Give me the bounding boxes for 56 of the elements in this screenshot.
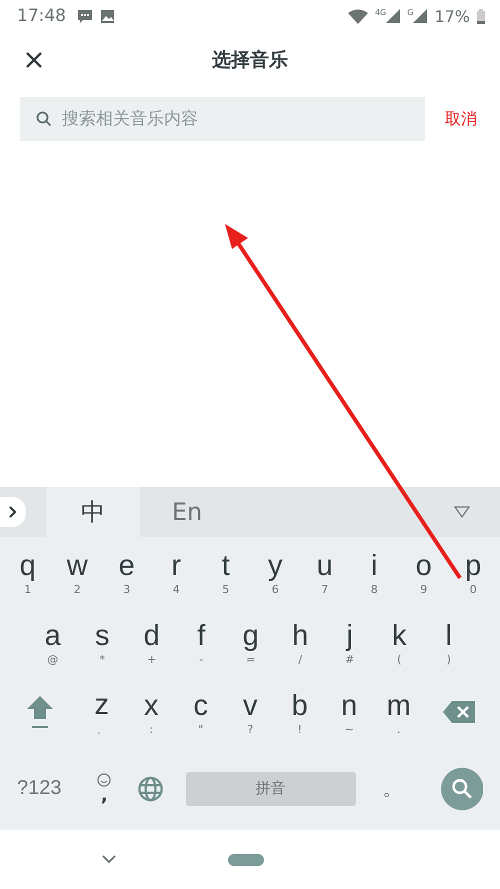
smiley-icon[interactable] (97, 772, 112, 786)
signal-icon (413, 9, 428, 23)
network-label: 4G (374, 9, 386, 17)
key[interactable]: t 5 (201, 548, 250, 596)
key[interactable]: j # (325, 618, 374, 666)
key[interactable]: x : (126, 688, 176, 736)
key[interactable]: c " (176, 688, 226, 736)
clock: 17:48 (17, 6, 66, 26)
search-icon (36, 111, 52, 127)
close-icon[interactable] (25, 51, 43, 69)
signal-icon (386, 9, 400, 23)
key[interactable]: p 0 (448, 548, 498, 596)
key[interactable]: d + (127, 618, 176, 666)
key[interactable]: i 8 (350, 548, 399, 596)
key[interactable]: v ? (226, 688, 275, 736)
globe-icon[interactable] (138, 776, 163, 802)
search-key[interactable] (440, 766, 484, 810)
key[interactable]: , (100, 786, 108, 804)
home-pill[interactable] (228, 854, 264, 866)
key[interactable]: q 1 (3, 548, 52, 596)
input-mode-tab[interactable]: En (140, 487, 234, 537)
key[interactable]: n ~ (324, 688, 374, 736)
battery-level: 17% (434, 6, 470, 26)
key[interactable]: a @ (28, 618, 78, 666)
chevron-down-icon[interactable] (102, 855, 116, 864)
wifi-icon (348, 8, 368, 24)
key[interactable]: e 3 (102, 548, 152, 596)
page-title: 选择音乐 (212, 48, 288, 73)
triangle-down-icon[interactable] (454, 506, 470, 518)
key[interactable]: y 6 (250, 548, 300, 596)
key[interactable]: h / (276, 618, 325, 666)
expand-button[interactable] (0, 497, 26, 527)
key[interactable]: o 9 (399, 548, 448, 596)
key[interactable]: u 7 (300, 548, 350, 596)
key[interactable]: f - (176, 618, 226, 666)
input-mode-tab[interactable]: 中 (46, 487, 140, 537)
key[interactable]: g = (226, 618, 276, 666)
chevron-right-icon (8, 505, 18, 519)
key[interactable]: b ! (275, 688, 324, 736)
key[interactable]: k ( (374, 618, 424, 666)
key[interactable]: r 4 (152, 548, 201, 596)
shift-key[interactable] (25, 694, 55, 730)
message-icon (77, 8, 93, 24)
search-field[interactable]: 搜索相关音乐内容 (20, 97, 425, 141)
battery-icon (477, 8, 485, 24)
key[interactable]: m . (374, 688, 424, 736)
network-label: G (407, 9, 414, 17)
key[interactable]: l ) (424, 618, 474, 666)
key[interactable]: s * (78, 618, 127, 666)
backspace-key[interactable] (442, 701, 474, 723)
key[interactable]: ?123 (17, 777, 75, 800)
key[interactable]: z 、 (77, 688, 126, 736)
image-icon (100, 8, 115, 24)
key[interactable]: 。 (382, 775, 441, 802)
key[interactable]: w 2 (52, 548, 102, 596)
cancel-link[interactable]: 取消 (445, 108, 477, 130)
